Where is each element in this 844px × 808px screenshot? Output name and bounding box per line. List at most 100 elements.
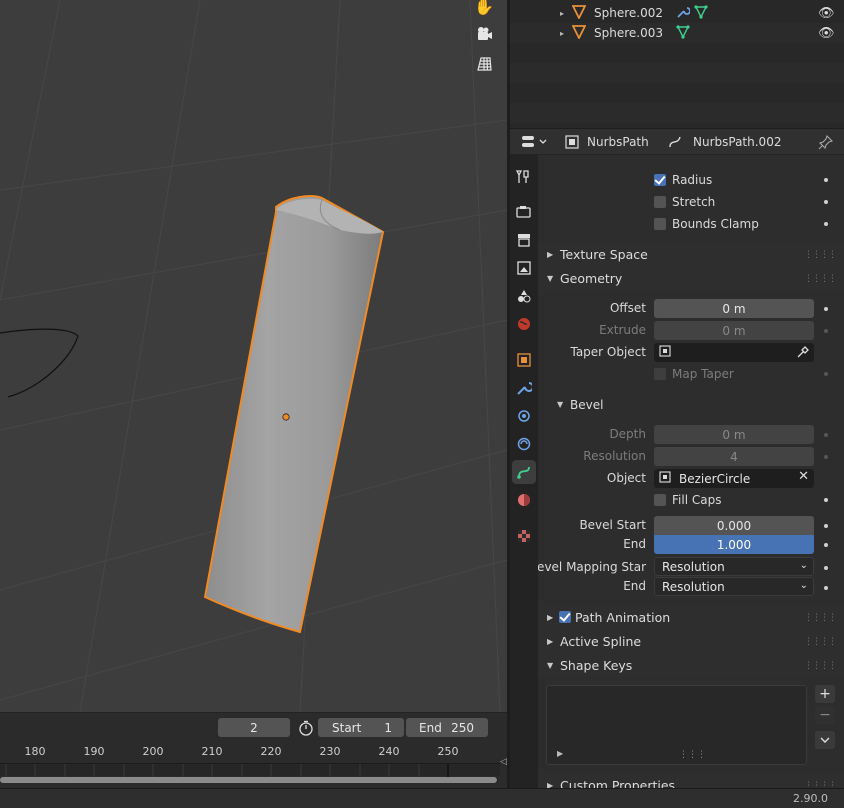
shape-keys-list[interactable]: ▶ ⋮⋮⋮ bbox=[546, 685, 807, 765]
outliner-item-name[interactable]: Sphere.002 bbox=[594, 6, 663, 20]
expand-arrow-icon[interactable]: ▸ bbox=[560, 9, 564, 18]
bevel-object-field[interactable]: BezierCircle ✕ bbox=[654, 469, 814, 488]
keyframe-dot[interactable] bbox=[824, 586, 828, 590]
checkbox[interactable] bbox=[654, 494, 666, 506]
visibility-eye-icon[interactable]: 👁 bbox=[818, 6, 835, 21]
properties-content[interactable]: Radius Stretch Bounds Clamp ▶ Texture Sp… bbox=[538, 155, 844, 788]
keyframe-dot[interactable] bbox=[824, 524, 828, 528]
eyedropper-icon[interactable] bbox=[796, 345, 810, 362]
wrench-modifier-icon[interactable] bbox=[676, 5, 691, 22]
tab-tool[interactable] bbox=[512, 165, 536, 189]
tab-texture[interactable] bbox=[512, 524, 536, 548]
end-frame-field[interactable]: End 250 bbox=[406, 718, 488, 737]
keyframe-dot[interactable] bbox=[824, 372, 828, 376]
editor-type-menu[interactable] bbox=[520, 134, 550, 150]
panel-path-animation[interactable]: ▶ Path Animation ⋮⋮⋮⋮ bbox=[538, 606, 844, 629]
map-taper-checkbox[interactable]: Map Taper bbox=[654, 364, 734, 384]
panel-bevel[interactable]: ▼ Bevel bbox=[548, 393, 844, 416]
stopwatch-icon[interactable] bbox=[298, 720, 314, 736]
tab-particles[interactable] bbox=[512, 404, 536, 428]
tab-modifiers[interactable] bbox=[512, 376, 536, 400]
timeline-track[interactable] bbox=[0, 763, 500, 777]
pan-hand-icon[interactable]: ✋ bbox=[470, 0, 498, 18]
start-frame-field[interactable]: Start 1 bbox=[318, 718, 404, 737]
checkbox-checked[interactable] bbox=[654, 174, 666, 186]
frame-ruler[interactable]: 180 190 200 210 220 230 240 250 bbox=[0, 745, 507, 761]
keyframe-dot[interactable] bbox=[824, 498, 828, 502]
panel-active-spline[interactable]: ▶ Active Spline ⋮⋮⋮⋮ bbox=[538, 630, 844, 653]
outliner-item-name[interactable]: Sphere.003 bbox=[594, 26, 663, 40]
panel-texture-space[interactable]: ▶ Texture Space ⋮⋮⋮⋮ bbox=[538, 243, 844, 266]
extrude-field[interactable]: 0 m bbox=[654, 321, 814, 340]
3d-viewport[interactable]: ✋ bbox=[0, 0, 507, 712]
tab-output[interactable] bbox=[512, 228, 536, 252]
properties-editor[interactable]: NurbsPath NurbsPath.002 Radius Stretch B… bbox=[510, 129, 844, 788]
resolution-field[interactable]: 4 bbox=[654, 447, 814, 466]
visibility-eye-icon[interactable]: 👁 bbox=[818, 26, 835, 41]
timeline-scrollbar-thumb[interactable] bbox=[0, 777, 497, 783]
keyframe-dot[interactable] bbox=[824, 543, 828, 547]
mesh-data-icon[interactable] bbox=[694, 4, 708, 22]
keyframe-dot[interactable] bbox=[824, 329, 828, 333]
curve-data-name[interactable]: NurbsPath.002 bbox=[693, 135, 781, 149]
camera-view-icon[interactable] bbox=[470, 22, 498, 46]
stretch-checkbox[interactable]: Stretch bbox=[654, 192, 715, 212]
drag-grip-icon[interactable]: ⋮⋮⋮⋮ bbox=[804, 637, 837, 647]
outliner-row[interactable]: ▸ Sphere.003 👁 bbox=[510, 23, 844, 43]
list-resize-grip-icon[interactable]: ⋮⋮⋮ bbox=[679, 750, 706, 760]
collapse-arrow-icon[interactable]: ◁ bbox=[500, 757, 507, 767]
pin-icon[interactable] bbox=[818, 134, 834, 153]
current-frame-field[interactable]: 2 bbox=[218, 718, 290, 737]
tab-object[interactable] bbox=[512, 348, 536, 372]
bevel-mapping-start-select[interactable]: Resolution ⌄ bbox=[654, 557, 814, 576]
object-name[interactable]: NurbsPath bbox=[587, 135, 649, 149]
tab-world[interactable] bbox=[512, 312, 536, 336]
checkbox[interactable] bbox=[654, 218, 666, 230]
path-animation-checkbox[interactable] bbox=[559, 611, 571, 623]
timeline-editor[interactable]: 2 Start 1 End 250 180 190 200 210 220 23… bbox=[0, 712, 507, 788]
keyframe-dot[interactable] bbox=[824, 200, 828, 204]
taper-object-field[interactable] bbox=[654, 343, 814, 362]
keyframe-dot[interactable] bbox=[824, 433, 828, 437]
drag-grip-icon[interactable]: ⋮⋮⋮⋮ bbox=[804, 250, 837, 260]
timeline-scrollbar[interactable] bbox=[0, 777, 498, 783]
clear-x-icon[interactable]: ✕ bbox=[798, 469, 809, 484]
drag-grip-icon[interactable]: ⋮⋮⋮⋮ bbox=[804, 781, 837, 789]
checkbox[interactable] bbox=[654, 196, 666, 208]
tab-material[interactable] bbox=[512, 488, 536, 512]
keyframe-dot[interactable] bbox=[824, 178, 828, 182]
tab-physics[interactable] bbox=[512, 432, 536, 456]
tab-curve-data[interactable] bbox=[512, 460, 536, 484]
keyframe-dot[interactable] bbox=[824, 222, 828, 226]
bevel-mapping-end-select[interactable]: Resolution ⌄ bbox=[654, 577, 814, 596]
shape-key-specials-button[interactable] bbox=[815, 731, 835, 749]
fill-caps-checkbox[interactable]: Fill Caps bbox=[654, 490, 721, 510]
outliner[interactable]: ▸ Sphere.002 👁 ▸ Sphere.003 👁 bbox=[510, 0, 844, 128]
ortho-grid-icon[interactable] bbox=[470, 52, 498, 76]
keyframe-dot[interactable] bbox=[824, 455, 828, 459]
drag-grip-icon[interactable]: ⋮⋮⋮⋮ bbox=[804, 274, 837, 284]
bevel-end-field[interactable]: 1.000 bbox=[654, 535, 814, 554]
remove-shape-key-button[interactable]: − bbox=[815, 706, 835, 724]
panel-geometry[interactable]: ▼ Geometry ⋮⋮⋮⋮ bbox=[538, 267, 844, 290]
panel-shape-keys[interactable]: ▼ Shape Keys ⋮⋮⋮⋮ bbox=[538, 654, 844, 677]
expand-arrow-icon[interactable]: ▸ bbox=[560, 29, 564, 38]
tab-scene[interactable] bbox=[512, 284, 536, 308]
keyframe-dot[interactable] bbox=[824, 307, 828, 311]
outliner-row[interactable]: ▸ Sphere.002 👁 bbox=[510, 3, 844, 23]
offset-field[interactable]: 0 m bbox=[654, 299, 814, 318]
list-expand-arrow-icon[interactable]: ▶ bbox=[557, 749, 563, 758]
mesh-data-icon[interactable] bbox=[676, 24, 690, 42]
radius-checkbox[interactable]: Radius bbox=[654, 170, 712, 190]
tab-render[interactable] bbox=[512, 200, 536, 224]
keyframe-dot[interactable] bbox=[824, 566, 828, 570]
checkbox[interactable] bbox=[654, 368, 666, 380]
depth-field[interactable]: 0 m bbox=[654, 425, 814, 444]
tab-view-layer[interactable] bbox=[512, 256, 536, 280]
add-shape-key-button[interactable]: + bbox=[815, 685, 835, 703]
drag-grip-icon[interactable]: ⋮⋮⋮⋮ bbox=[804, 661, 837, 671]
bounds-clamp-checkbox[interactable]: Bounds Clamp bbox=[654, 214, 759, 234]
bevel-start-field[interactable]: 0.000 bbox=[654, 516, 814, 535]
panel-custom-properties[interactable]: ▶ Custom Properties ⋮⋮⋮⋮ bbox=[538, 774, 844, 788]
drag-grip-icon[interactable]: ⋮⋮⋮⋮ bbox=[804, 613, 837, 623]
